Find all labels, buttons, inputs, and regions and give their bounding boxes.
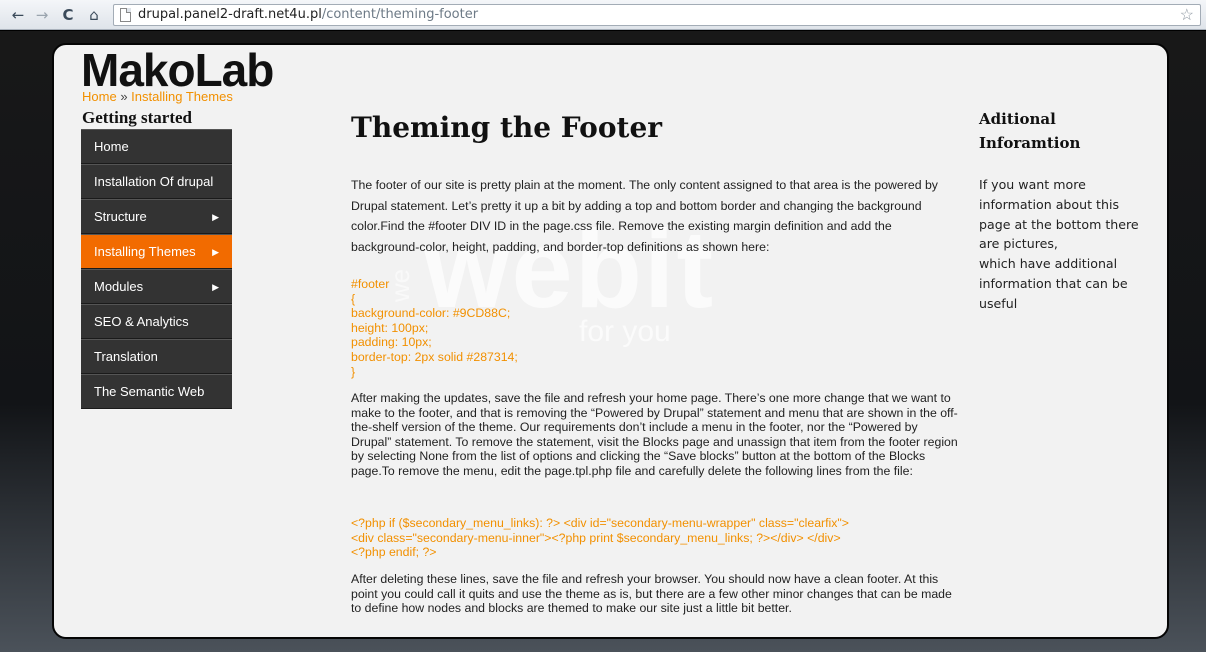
sidebar-item-modules[interactable]: Modules ▶ (81, 269, 232, 304)
sidebar-item-installing-themes[interactable]: Installing Themes ▶ (81, 234, 232, 269)
sidebar-item-installation[interactable]: Installation Of drupal (81, 164, 232, 199)
back-arrow-icon[interactable]: ← (8, 5, 28, 25)
home-icon[interactable]: ⌂ (84, 5, 104, 25)
aside-title: Aditional Inforamtion (979, 110, 1081, 152)
browser-toolbar: ← → C ⌂ drupal.panel2-draft.net4u.pl/con… (0, 0, 1206, 30)
sidebar-item-home[interactable]: Home (81, 129, 232, 164)
url-text[interactable]: drupal.panel2-draft.net4u.pl/content/the… (138, 7, 478, 23)
code-line: padding: 10px; (351, 335, 432, 350)
sidebar-item-structure[interactable]: Structure ▶ (81, 199, 232, 234)
code-line: <?php endif; ?> (351, 545, 437, 560)
intro-paragraph: The footer of our site is pretty plain a… (351, 178, 938, 254)
breadcrumb-separator: » (120, 89, 128, 104)
sidebar-item-label: SEO & Analytics (94, 314, 189, 329)
code-line: { (351, 291, 356, 306)
page-backdrop: we webit for you MakoLab Home » Installi… (0, 31, 1206, 652)
submenu-arrow-icon: ▶ (212, 247, 219, 257)
code-line: border-top: 2px solid #287314; (351, 349, 518, 364)
code-line: background-color: #9CD88C; (351, 306, 511, 321)
url-path: /content/theming-footer (321, 7, 479, 22)
submenu-arrow-icon: ▶ (212, 282, 219, 292)
sidebar-title: Getting started (82, 108, 193, 127)
body-paragraph-2: After making the updates, save the file … (351, 391, 958, 478)
code-line: <?php if ($secondary_menu_links): ?> <di… (351, 516, 849, 530)
breadcrumb: Home » Installing Themes (82, 89, 233, 104)
php-code-block: <?php if ($secondary_menu_links): ?> <di… (351, 516, 961, 560)
code-line: height: 100px; (351, 320, 429, 335)
sidebar-item-label: Modules (94, 279, 144, 294)
sidebar-item-label: Translation (94, 349, 158, 364)
css-code-block: #footer { background-color: #9CD88C; hei… (351, 277, 518, 379)
aside-text-line: which have additional information that c… (979, 256, 1128, 311)
code-line: } (351, 364, 356, 379)
url-host: drupal.panel2-draft.net4u.pl (138, 7, 322, 22)
aside-text-line: If you want more information about this … (979, 177, 1139, 252)
sidebar-item-label: Installing Themes (94, 244, 196, 259)
sidebar-item-label: Installation Of drupal (94, 174, 214, 189)
breadcrumb-home-link[interactable]: Home (82, 89, 117, 104)
page-icon (120, 8, 131, 22)
sidebar-item-semantic-web[interactable]: The Semantic Web (81, 374, 232, 409)
code-line: #footer (351, 277, 390, 291)
sidebar-item-seo-analytics[interactable]: SEO & Analytics (81, 304, 232, 339)
address-bar[interactable]: drupal.panel2-draft.net4u.pl/content/the… (113, 4, 1201, 26)
code-line: <div class="secondary-menu-inner"><?php … (351, 530, 841, 545)
sidebar-item-label: Structure (94, 209, 147, 224)
forward-arrow-icon[interactable]: → (32, 5, 52, 25)
breadcrumb-current-link[interactable]: Installing Themes (131, 89, 233, 104)
submenu-arrow-icon: ▶ (212, 212, 219, 222)
aside-text: If you want more information about this … (979, 175, 1154, 314)
sidebar-item-translation[interactable]: Translation (81, 339, 232, 374)
content-card: we webit for you MakoLab Home » Installi… (52, 43, 1169, 639)
page-title: Theming the Footer (351, 111, 663, 144)
body-paragraph-3: After deleting these lines, save the fil… (351, 572, 952, 616)
sidebar-menu: Home Installation Of drupal Structure ▶ I… (81, 129, 232, 409)
sidebar-item-label: The Semantic Web (94, 384, 205, 399)
bookmark-star-icon[interactable]: ☆ (1180, 5, 1194, 25)
watermark-for-you: for you (579, 315, 671, 348)
sidebar-item-label: Home (94, 139, 129, 154)
reload-icon[interactable]: C (58, 5, 78, 25)
